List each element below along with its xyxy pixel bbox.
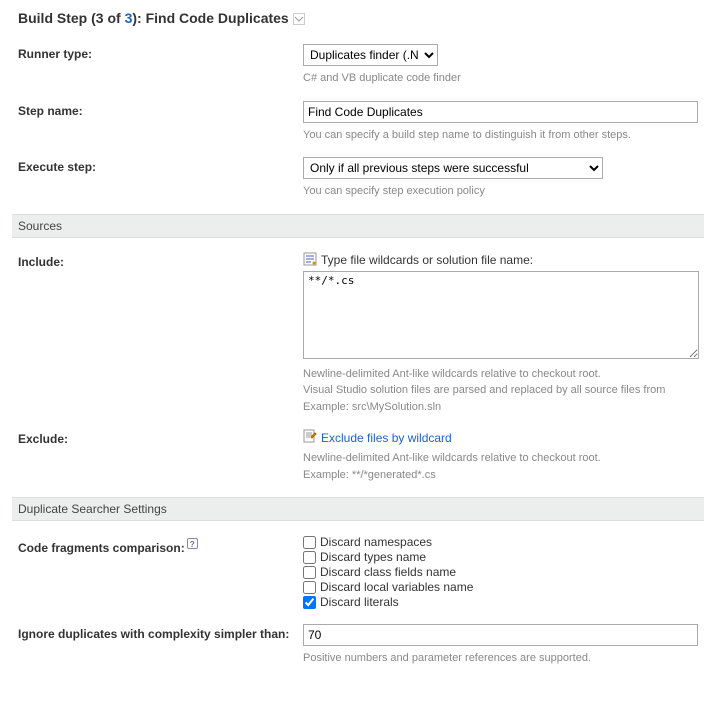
step-name-row: Step name: You can specify a build step … — [18, 101, 698, 144]
include-label: Include: — [18, 252, 303, 269]
title-prefix: Build Step ( — [18, 10, 96, 26]
complexity-label: Ignore duplicates with complexity simple… — [18, 624, 303, 643]
page-title: Build Step (3 of 3): Find Code Duplicate… — [18, 10, 698, 26]
runner-type-label: Runner type: — [18, 44, 303, 61]
title-current-step: 3 — [96, 10, 104, 26]
compare-row: Code fragments comparison:? Discard name… — [18, 535, 698, 610]
execute-step-row: Execute step: Only if all previous steps… — [18, 157, 698, 200]
runner-type-hint: C# and VB duplicate code finder — [303, 70, 698, 87]
title-suffix: ): Find Code Duplicates — [132, 10, 288, 26]
exclude-hint: Newline-delimited Ant-like wildcards rel… — [303, 450, 698, 483]
include-hint: Newline-delimited Ant-like wildcards rel… — [303, 366, 699, 416]
compare-checkbox[interactable] — [303, 566, 316, 579]
include-textarea[interactable]: **/*.cs — [303, 271, 699, 359]
include-row: Include: Type file wildcards or solution… — [18, 252, 698, 416]
help-icon[interactable]: ? — [187, 538, 198, 549]
edit-icon — [303, 429, 317, 446]
compare-option: Discard namespaces — [303, 535, 698, 549]
complexity-hint: Positive numbers and parameter reference… — [303, 650, 698, 667]
runner-type-row: Runner type: Duplicates finder (.NET) C#… — [18, 44, 698, 87]
compare-option-label: Discard types name — [320, 550, 426, 564]
execute-step-select[interactable]: Only if all previous steps were successf… — [303, 157, 603, 179]
wildcard-icon — [303, 252, 317, 269]
step-name-input[interactable] — [303, 101, 698, 123]
complexity-input[interactable] — [303, 624, 698, 646]
include-instruction: Type file wildcards or solution file nam… — [321, 253, 533, 267]
section-searcher: Duplicate Searcher Settings — [12, 497, 704, 521]
execute-step-label: Execute step: — [18, 157, 303, 174]
step-name-hint: You can specify a build step name to dis… — [303, 127, 698, 144]
compare-option-label: Discard namespaces — [320, 535, 432, 549]
collapse-toggle-icon[interactable] — [293, 12, 305, 24]
compare-option: Discard local variables name — [303, 580, 698, 594]
compare-option: Discard literals — [303, 595, 698, 609]
exclude-row: Exclude: Exclude files by wildcard Newli… — [18, 429, 698, 483]
execute-step-hint: You can specify step execution policy — [303, 183, 698, 200]
title-of: of — [104, 10, 125, 26]
exclude-label: Exclude: — [18, 429, 303, 446]
compare-option-label: Discard local variables name — [320, 580, 473, 594]
compare-checkbox[interactable] — [303, 596, 316, 609]
compare-option: Discard types name — [303, 550, 698, 564]
complexity-row: Ignore duplicates with complexity simple… — [18, 624, 698, 667]
compare-label: Code fragments comparison:? — [18, 535, 303, 555]
step-name-label: Step name: — [18, 101, 303, 118]
compare-option-label: Discard class fields name — [320, 565, 456, 579]
exclude-link[interactable]: Exclude files by wildcard — [321, 431, 452, 445]
compare-checkbox[interactable] — [303, 551, 316, 564]
compare-checkbox[interactable] — [303, 536, 316, 549]
compare-checkbox[interactable] — [303, 581, 316, 594]
compare-option: Discard class fields name — [303, 565, 698, 579]
runner-type-select[interactable]: Duplicates finder (.NET) — [303, 44, 438, 66]
section-sources: Sources — [12, 214, 704, 238]
compare-option-label: Discard literals — [320, 595, 399, 609]
